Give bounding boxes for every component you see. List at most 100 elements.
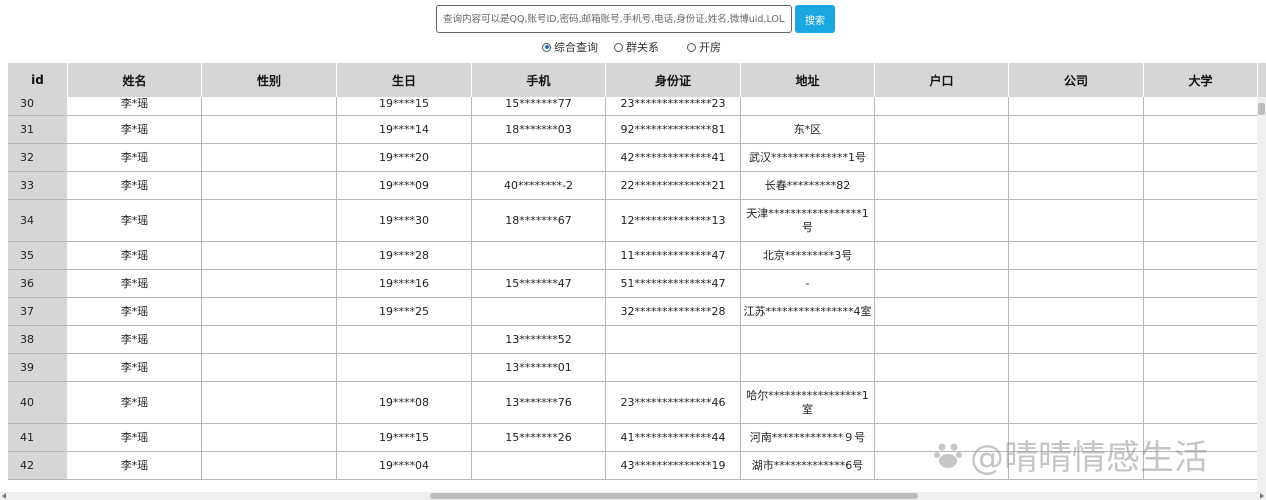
cell-address bbox=[741, 326, 875, 353]
cell-university bbox=[1144, 144, 1258, 171]
cell-hukou bbox=[875, 144, 1009, 171]
cell-company bbox=[1009, 242, 1144, 269]
column-header-phone[interactable]: 手机 bbox=[472, 63, 606, 97]
cell-id: 37 bbox=[8, 298, 68, 325]
scroll-right-icon[interactable] bbox=[1260, 493, 1264, 499]
search-input[interactable] bbox=[436, 5, 792, 33]
horizontal-scroll-thumb[interactable] bbox=[430, 493, 918, 499]
cell-birthday: 19****30 bbox=[337, 200, 472, 241]
table-row[interactable]: 33 李*瑶 19****09 40********-2 22*************… bbox=[8, 172, 1258, 200]
cell-hukou bbox=[875, 452, 1009, 479]
table-row[interactable]: 41 李*瑶 19****15 15*******26 41**************… bbox=[8, 424, 1258, 452]
radio-dot-selected-icon[interactable] bbox=[542, 42, 551, 52]
table-row[interactable]: 39 李*瑶 13*******01 bbox=[8, 354, 1258, 382]
horizontal-scrollbar[interactable] bbox=[0, 492, 1266, 500]
cell-id-card bbox=[606, 326, 741, 353]
cell-company bbox=[1009, 298, 1144, 325]
radio-dot-icon[interactable] bbox=[614, 42, 623, 52]
cell-hukou bbox=[875, 326, 1009, 353]
cell-name: 李*瑶 bbox=[68, 382, 202, 423]
cell-address: 北京*********3号 bbox=[741, 242, 875, 269]
column-header-birthday[interactable]: 生日 bbox=[337, 63, 472, 97]
column-header-company[interactable]: 公司 bbox=[1009, 63, 1144, 97]
cell-birthday: 19****08 bbox=[337, 382, 472, 423]
cell-university bbox=[1144, 270, 1258, 297]
cell-name: 李*瑶 bbox=[68, 97, 202, 115]
radio-hotel[interactable]: 开房 bbox=[687, 39, 721, 55]
cell-id-card: 92**************81 bbox=[606, 116, 741, 143]
cell-phone bbox=[472, 298, 606, 325]
cell-gender bbox=[202, 298, 337, 325]
scroll-left-icon[interactable] bbox=[2, 493, 6, 499]
cell-university bbox=[1144, 172, 1258, 199]
cell-name: 李*瑶 bbox=[68, 326, 202, 353]
column-header-hukou[interactable]: 户口 bbox=[875, 63, 1009, 97]
column-header-name[interactable]: 姓名 bbox=[68, 63, 202, 97]
cell-phone: 40********-2 bbox=[472, 172, 606, 199]
cell-university bbox=[1144, 242, 1258, 269]
cell-university bbox=[1144, 200, 1258, 241]
cell-id: 38 bbox=[8, 326, 68, 353]
radio-comprehensive[interactable]: 综合查询 bbox=[542, 39, 598, 55]
table-header: id 姓名 性别 生日 手机 身份证 地址 户口 公司 大学 bbox=[8, 63, 1266, 97]
table-row[interactable]: 30 李*瑶 19****15 15*******77 23**************… bbox=[8, 97, 1258, 116]
cell-hukou bbox=[875, 172, 1009, 199]
cell-id-card: 42**************41 bbox=[606, 144, 741, 171]
cell-birthday: 19****20 bbox=[337, 144, 472, 171]
radio-dot-icon[interactable] bbox=[687, 42, 696, 52]
cell-id: 35 bbox=[8, 242, 68, 269]
cell-birthday: 19****28 bbox=[337, 242, 472, 269]
cell-name: 李*瑶 bbox=[68, 354, 202, 381]
table-row[interactable]: 31 李*瑶 19****14 18*******03 92**************… bbox=[8, 116, 1258, 144]
table-row[interactable]: 42 李*瑶 19****04 43**************19 湖市*******… bbox=[8, 452, 1258, 480]
cell-name: 李*瑶 bbox=[68, 452, 202, 479]
cell-address: 河南*************９号 bbox=[741, 424, 875, 451]
cell-name: 李*瑶 bbox=[68, 172, 202, 199]
cell-university bbox=[1144, 97, 1258, 115]
cell-name: 李*瑶 bbox=[68, 116, 202, 143]
table-row[interactable]: 35 李*瑶 19****28 11**************47 北京*******… bbox=[8, 242, 1258, 270]
cell-university bbox=[1144, 298, 1258, 325]
cell-address bbox=[741, 97, 875, 115]
results-table: id 姓名 性别 生日 手机 身份证 地址 户口 公司 大学 30 李*瑶 19**… bbox=[8, 63, 1266, 492]
cell-company bbox=[1009, 382, 1144, 423]
column-header-university[interactable]: 大学 bbox=[1144, 63, 1258, 97]
cell-gender bbox=[202, 116, 337, 143]
vertical-scroll-thumb[interactable] bbox=[1258, 103, 1265, 115]
cell-address: 天津*****************1号 bbox=[741, 200, 875, 241]
cell-hukou bbox=[875, 354, 1009, 381]
radio-group-relations[interactable]: 群关系 bbox=[614, 39, 659, 55]
cell-company bbox=[1009, 200, 1144, 241]
search-mode-group: 综合查询 群关系 开房 bbox=[542, 40, 737, 54]
column-header-id-card[interactable]: 身份证 bbox=[606, 63, 741, 97]
cell-phone: 13*******52 bbox=[472, 326, 606, 353]
vertical-scrollbar[interactable] bbox=[1257, 97, 1266, 492]
table-row[interactable]: 34 李*瑶 19****30 18*******67 12**************… bbox=[8, 200, 1258, 242]
column-header-gender[interactable]: 性别 bbox=[202, 63, 337, 97]
table-row[interactable]: 37 李*瑶 19****25 32**************28 江苏*******… bbox=[8, 298, 1258, 326]
table-row[interactable]: 38 李*瑶 13*******52 bbox=[8, 326, 1258, 354]
cell-id-card: 23**************23 bbox=[606, 97, 741, 115]
cell-phone: 15*******77 bbox=[472, 97, 606, 115]
table-row[interactable]: 40 李*瑶 19****08 13*******76 23**************… bbox=[8, 382, 1258, 424]
table-row[interactable]: 36 李*瑶 19****16 15*******47 51**************… bbox=[8, 270, 1258, 298]
cell-address: 长春*********82 bbox=[741, 172, 875, 199]
cell-gender bbox=[202, 242, 337, 269]
cell-hukou bbox=[875, 97, 1009, 115]
cell-university bbox=[1144, 382, 1258, 423]
cell-gender bbox=[202, 172, 337, 199]
cell-birthday: 19****14 bbox=[337, 116, 472, 143]
cell-hukou bbox=[875, 116, 1009, 143]
cell-birthday: 19****15 bbox=[337, 97, 472, 115]
cell-id-card: 12**************13 bbox=[606, 200, 741, 241]
cell-company bbox=[1009, 424, 1144, 451]
cell-id-card: 43**************19 bbox=[606, 452, 741, 479]
cell-gender bbox=[202, 354, 337, 381]
column-header-id[interactable]: id bbox=[8, 63, 68, 97]
table-row[interactable]: 32 李*瑶 19****20 42**************41 武汉*******… bbox=[8, 144, 1258, 172]
cell-company bbox=[1009, 326, 1144, 353]
cell-address: 哈尔*****************1室 bbox=[741, 382, 875, 423]
cell-phone: 18*******03 bbox=[472, 116, 606, 143]
search-button[interactable]: 搜索 bbox=[795, 5, 835, 33]
column-header-address[interactable]: 地址 bbox=[741, 63, 875, 97]
